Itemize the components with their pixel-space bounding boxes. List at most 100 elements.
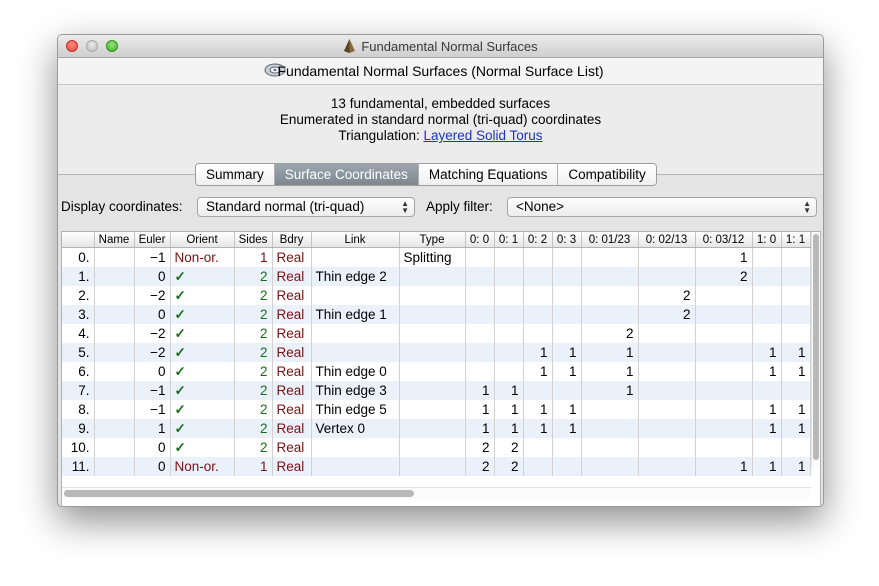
table-row[interactable]: 6. 0 ✓ 2 Real Thin edge 011111 [62, 362, 811, 381]
table-cell: 3. [62, 305, 95, 324]
column-header[interactable]: 1: 0 [752, 232, 782, 248]
table-row[interactable]: 11. 0 Non-or. 1 Real 2 2 1 1 1 [62, 457, 811, 476]
table-row[interactable]: 2. −2 ✓ 2 Real 2 [62, 286, 811, 305]
table-cell: 1 [552, 362, 582, 381]
table-cell: 2 [234, 286, 273, 305]
table-cell: 2 [494, 438, 524, 457]
column-header[interactable]: 1: 1 [781, 232, 811, 248]
table-cell [695, 438, 753, 457]
table-row[interactable]: 0. −1 Non-or. 1 Real Splitting 1 [62, 247, 811, 267]
table-cell: 1 [781, 362, 811, 381]
tab-surface-coordinates[interactable]: Surface Coordinates [274, 164, 419, 185]
tab-matching-equations[interactable]: Matching Equations [418, 164, 559, 185]
table-cell [752, 247, 782, 267]
table-cell [399, 457, 466, 476]
coordinates-table: Name Euler Orient Sides Bdry Link Type 0: 0 0: 1… [62, 232, 811, 476]
horizontal-scroll-thumb[interactable] [64, 490, 414, 497]
column-header[interactable]: Bdry [272, 232, 312, 248]
table-row[interactable]: 8. −1 ✓ 2 Real Thin edge 5111111 [62, 400, 811, 419]
column-header[interactable]: Euler [134, 232, 171, 248]
table-cell: 1 [465, 419, 495, 438]
table-cell: 1 [523, 343, 553, 362]
table-cell: 2 [234, 267, 273, 286]
vertical-scroll-thumb[interactable] [813, 234, 819, 460]
table-row[interactable]: 7. −1 ✓ 2 Real Thin edge 3111 [62, 381, 811, 400]
table-row[interactable]: 4. −2 ✓ 2 Real 2 [62, 324, 811, 343]
column-header[interactable]: 0: 0 [465, 232, 495, 248]
table-cell [695, 305, 753, 324]
table-cell [94, 305, 135, 324]
table-cell: 1. [62, 267, 95, 286]
table-cell [94, 324, 135, 343]
table-cell: Real [272, 267, 312, 286]
table-cell: 1 [781, 400, 811, 419]
table-cell: 0 [134, 267, 171, 286]
column-header[interactable]: 0: 03/12 [695, 232, 753, 248]
table-cell [465, 362, 495, 381]
column-header[interactable]: Name [94, 232, 135, 248]
column-header[interactable]: Type [399, 232, 466, 248]
horizontal-scrollbar[interactable] [62, 487, 811, 499]
table-cell [695, 362, 753, 381]
table-cell: Real [272, 381, 312, 400]
column-header[interactable]: Sides [234, 232, 273, 248]
table-cell: 1 [552, 419, 582, 438]
tab-summary[interactable]: Summary [196, 164, 275, 185]
popup-arrows-icon: ▲ ▼ [803, 199, 811, 215]
table-cell: Real [272, 247, 312, 267]
table-cell: 2 [234, 343, 273, 362]
table-cell: Non-or. [170, 457, 235, 476]
controls-row: Display coordinates: Standard normal (tr… [58, 195, 823, 221]
table-cell [781, 247, 811, 267]
table-cell [94, 400, 135, 419]
table-cell: 0 [134, 457, 171, 476]
column-header[interactable] [62, 232, 95, 248]
column-header[interactable]: 0: 2 [523, 232, 553, 248]
table-row[interactable]: 3. 0 ✓ 2 Real Thin edge 12 [62, 305, 811, 324]
table-cell: 1 [465, 381, 495, 400]
table-cell: 2 [234, 400, 273, 419]
table-cell [752, 286, 782, 305]
table-cell [581, 419, 639, 438]
table-row[interactable]: 9. 1 ✓ 2 Real Vertex 0111111 [62, 419, 811, 438]
column-header[interactable]: 0: 01/23 [581, 232, 639, 248]
column-header[interactable]: Orient [170, 232, 235, 248]
apply-filter-select[interactable]: <None> ▲ ▼ [507, 197, 817, 217]
table-cell [552, 324, 582, 343]
display-coordinates-select[interactable]: Standard normal (tri-quad) ▲ ▼ [197, 197, 415, 217]
table-cell [94, 267, 135, 286]
table-cell [311, 438, 400, 457]
column-header[interactable]: 0: 02/13 [638, 232, 696, 248]
table-cell [94, 438, 135, 457]
column-header[interactable]: 0: 1 [494, 232, 524, 248]
table-row[interactable]: 10. 0 ✓ 2 Real 2 2 [62, 438, 811, 457]
table-cell [465, 305, 495, 324]
table-cell [94, 286, 135, 305]
table-cell [695, 381, 753, 400]
column-header[interactable]: Link [311, 232, 400, 248]
table-cell [581, 457, 639, 476]
title-bar[interactable]: Fundamental Normal Surfaces [58, 35, 823, 58]
tab-compatibility[interactable]: Compatibility [558, 164, 656, 185]
table-cell [752, 381, 782, 400]
table-cell [494, 324, 524, 343]
table-cell [638, 267, 696, 286]
table-cell [311, 457, 400, 476]
table-cell: ✓ [170, 343, 235, 362]
triangulation-link[interactable]: Layered Solid Torus [423, 128, 542, 143]
table-cell [311, 247, 400, 267]
table-cell: 2 [465, 457, 495, 476]
column-header[interactable]: 0: 3 [552, 232, 582, 248]
table-cell: 1 [581, 381, 639, 400]
table-cell: ✓ [170, 305, 235, 324]
table-cell: 11. [62, 457, 95, 476]
table-row[interactable]: 1. 0 ✓ 2 Real Thin edge 22 [62, 267, 811, 286]
table-row[interactable]: 5. −2 ✓ 2 Real 1 1 1 1 1 [62, 343, 811, 362]
table-cell [638, 247, 696, 267]
table-cell [752, 324, 782, 343]
table-cell: Real [272, 286, 312, 305]
vertical-scrollbar[interactable] [811, 232, 820, 467]
table-cell: 2 [638, 305, 696, 324]
packet-header-title: Fundamental Normal Surfaces (Normal Surf… [277, 63, 604, 79]
table-cell [494, 247, 524, 267]
